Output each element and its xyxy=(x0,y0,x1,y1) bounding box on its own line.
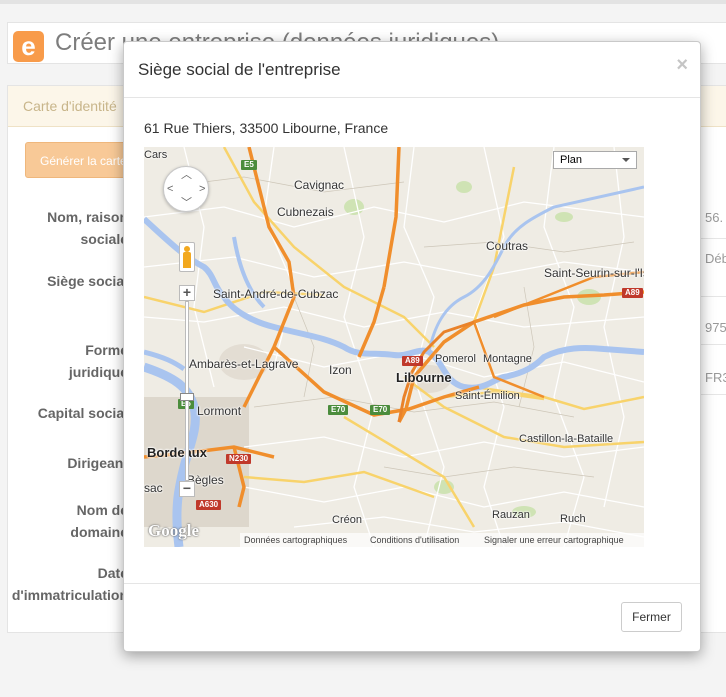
modal-header-divider xyxy=(124,97,700,98)
road-shield-e5: E5 xyxy=(241,160,257,170)
map-report-link[interactable]: Signaler une erreur cartographique xyxy=(484,533,624,547)
address-text: 61 Rue Thiers, 33500 Libourne, France xyxy=(144,120,389,136)
label-legal-form: Forme juridique xyxy=(68,342,128,380)
pan-left-icon[interactable]: < xyxy=(167,184,173,195)
close-icon[interactable]: × xyxy=(676,55,688,75)
modal-title: Siège social de l'entreprise xyxy=(138,60,341,79)
label-registration-date: Date d'immatriculation xyxy=(11,565,128,603)
map-data-link[interactable]: Données cartographiques xyxy=(244,533,347,547)
place-cars: Cars xyxy=(144,149,168,161)
pan-right-icon[interactable]: > xyxy=(199,184,205,195)
value-company-name: 56. xyxy=(705,210,724,225)
place-ruch: Ruch xyxy=(560,513,586,525)
map-footer: Données cartographiques Conditions d'uti… xyxy=(240,533,644,547)
road-shield-a630: A630 xyxy=(196,500,222,510)
top-border xyxy=(0,0,726,4)
road-shield-e70-a: E70 xyxy=(328,405,349,415)
place-libourne: Libourne xyxy=(396,370,452,385)
place-ambares: Ambarès-et-Lagrave xyxy=(189,357,299,371)
zoom-slider-track[interactable] xyxy=(185,301,189,481)
place-izon: Izon xyxy=(329,363,352,377)
map-type-select[interactable]: Plan xyxy=(553,151,637,169)
value-divider xyxy=(700,238,726,239)
label-director: Dirigeant xyxy=(67,455,128,471)
road-shield-n230: N230 xyxy=(226,454,252,464)
place-pomerol: Pomerol xyxy=(435,353,476,365)
place-saint-andre: Saint-André-de-Cubzac xyxy=(213,287,339,301)
zoom-in-button[interactable]: + xyxy=(179,285,195,301)
value-share-capital: FR3 xyxy=(705,370,726,385)
value-divider xyxy=(700,394,726,395)
label-company-name: Nom, raison sociale xyxy=(47,209,128,247)
label-head-office: Siège social xyxy=(47,273,128,289)
value-head-office: Déb xyxy=(705,251,726,266)
zoom-slider-handle[interactable] xyxy=(180,393,194,401)
place-rauzan: Rauzan xyxy=(492,509,530,521)
place-coutras: Coutras xyxy=(486,239,529,253)
label-share-capital: Capital social xyxy=(37,405,128,421)
map-terms-link[interactable]: Conditions d'utilisation xyxy=(370,533,459,547)
place-saint-seurin: Saint-Seurin-sur-l'Is xyxy=(544,266,644,280)
close-button[interactable]: Fermer xyxy=(621,602,682,632)
place-creon: Créon xyxy=(332,514,362,526)
place-cavignac: Cavignac xyxy=(294,178,345,192)
value-divider xyxy=(700,344,726,345)
road-shield-a89-center: A89 xyxy=(402,356,423,366)
value-divider xyxy=(700,296,726,297)
place-cubnezais: Cubnezais xyxy=(277,205,334,219)
value-legal-form: 975 xyxy=(705,320,726,335)
app-logo: e xyxy=(13,31,44,62)
map-background xyxy=(144,147,644,547)
place-saint-emilion: Saint-Émilion xyxy=(455,390,520,402)
road-shield-e70-b: E70 xyxy=(370,405,391,415)
street-view-pegman-icon[interactable] xyxy=(179,242,195,272)
place-montagne: Montagne xyxy=(483,353,532,365)
modal-footer-divider xyxy=(124,583,700,584)
place-castillon: Castillon-la-Bataille xyxy=(519,433,614,445)
map-type-label: Plan xyxy=(560,154,583,166)
place-lormont: Lormont xyxy=(197,404,242,418)
pan-down-icon[interactable]: ﹀ xyxy=(181,198,192,209)
map-view[interactable]: Cars Cavignac Cubnezais Coutras Saint-Se… xyxy=(144,147,644,547)
place-sac: sac xyxy=(144,481,163,495)
zoom-out-button[interactable]: − xyxy=(179,481,195,497)
label-domain-name: Nom de domaine xyxy=(70,502,128,540)
chevron-down-icon xyxy=(622,158,630,162)
place-bordeaux: Bordeaux xyxy=(147,445,207,460)
pan-control[interactable]: ︿ ﹀ < > xyxy=(163,166,209,212)
google-logo: Google xyxy=(148,521,199,540)
head-office-modal: Siège social de l'entreprise × 61 Rue Th… xyxy=(123,41,701,652)
pan-up-icon[interactable]: ︿ xyxy=(181,170,192,181)
road-shield-a89-east: A89 xyxy=(622,288,643,298)
